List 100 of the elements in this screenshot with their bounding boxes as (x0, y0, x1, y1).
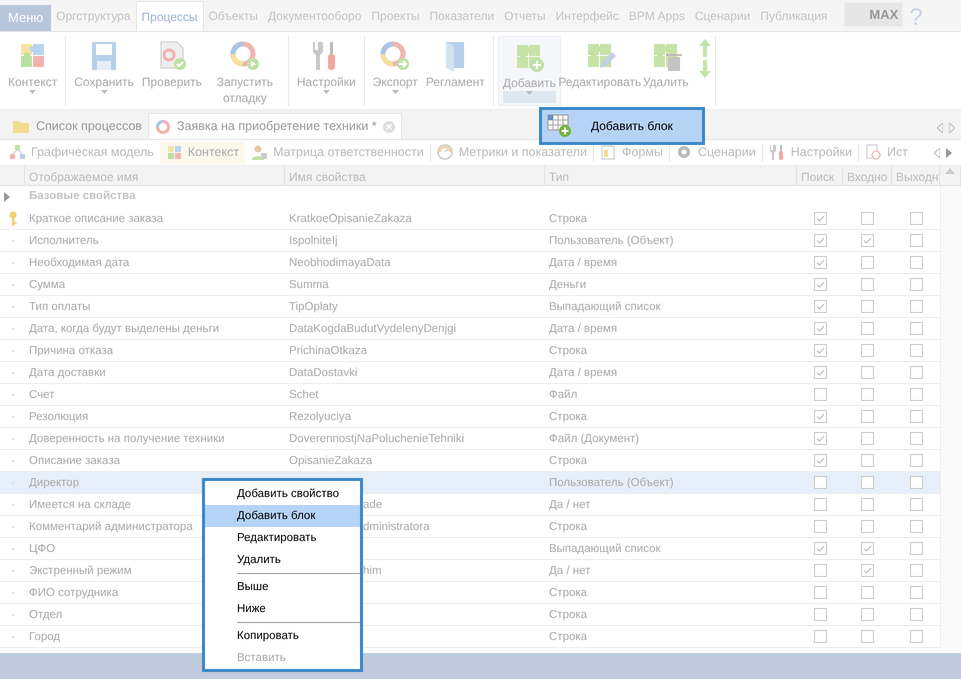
checkbox[interactable] (814, 476, 826, 489)
checkbox[interactable] (861, 630, 874, 643)
ribbon-button[interactable]: Проверить (138, 36, 206, 106)
checkbox[interactable] (814, 520, 826, 533)
checkbox[interactable] (861, 476, 874, 489)
checkbox[interactable] (861, 234, 874, 247)
column-header[interactable]: Выходн (892, 166, 940, 186)
checkbox[interactable] (861, 344, 874, 357)
column-header[interactable]: Входно (843, 166, 892, 186)
scroll-left-icon[interactable] (937, 123, 943, 133)
checkbox[interactable] (861, 498, 874, 511)
document-tab[interactable]: Заявка на приобретение техники * (148, 113, 402, 139)
help-button[interactable]: ? (909, 5, 923, 31)
main-tab[interactable]: Процессы (136, 1, 204, 31)
checkbox[interactable] (861, 256, 874, 269)
checkbox[interactable] (910, 278, 922, 291)
scroll-up-icon[interactable] (945, 168, 955, 174)
ribbon-button[interactable]: Настройки (292, 36, 360, 106)
menu-button[interactable]: Меню (0, 5, 52, 31)
checkbox[interactable] (814, 388, 826, 401)
checkbox[interactable] (814, 542, 826, 555)
menu-item[interactable]: Добавить блок (205, 505, 360, 527)
view-tab[interactable]: Матрица ответственности (245, 142, 430, 164)
checkbox[interactable] (910, 586, 922, 599)
checkbox[interactable] (861, 366, 874, 379)
checkbox[interactable] (814, 322, 826, 335)
view-tab[interactable]: Контекст (160, 142, 246, 164)
dropdown-item[interactable]: Добавить блок (542, 110, 702, 142)
checkbox[interactable] (814, 432, 826, 445)
checkbox[interactable] (814, 256, 826, 269)
ribbon-button[interactable]: Добавить (498, 36, 561, 106)
view-tab[interactable]: Графическая модель (3, 142, 160, 164)
checkbox[interactable] (910, 608, 922, 621)
property-type: Строка (549, 455, 588, 467)
checkbox[interactable] (910, 212, 922, 225)
checkbox[interactable] (814, 234, 826, 247)
checkbox[interactable] (861, 388, 874, 401)
checkbox[interactable] (861, 608, 874, 621)
checkbox[interactable] (861, 410, 874, 423)
checkbox[interactable] (910, 630, 922, 643)
checkbox[interactable] (814, 564, 826, 577)
checkbox[interactable] (910, 300, 922, 313)
checkbox[interactable] (861, 564, 874, 577)
checkbox[interactable] (814, 410, 826, 423)
checkbox[interactable] (814, 498, 826, 511)
column-header[interactable]: Отображаемое имя (25, 166, 285, 186)
expand-icon[interactable] (4, 192, 10, 202)
checkbox[interactable] (814, 344, 826, 357)
checkbox[interactable] (910, 476, 922, 489)
move-down-icon[interactable] (698, 60, 711, 78)
checkbox[interactable] (910, 498, 922, 511)
property-name: NeobhodimayaData (289, 257, 391, 269)
scroll-right-icon[interactable] (949, 123, 955, 133)
checkbox[interactable] (910, 564, 922, 577)
checkbox[interactable] (814, 300, 826, 313)
scroll-left-icon[interactable] (934, 148, 940, 158)
document-tab[interactable]: Список процессов (6, 113, 148, 139)
checkbox[interactable] (861, 542, 874, 555)
checkbox[interactable] (814, 630, 826, 643)
checkbox[interactable] (910, 432, 922, 445)
scrollbar[interactable] (940, 186, 961, 648)
ribbon-button[interactable]: Экспорт (368, 36, 422, 106)
column-header[interactable]: Поиск (797, 166, 843, 186)
checkbox[interactable] (861, 278, 874, 291)
ribbon-button[interactable]: Регламент (422, 36, 489, 106)
checkbox[interactable] (910, 344, 922, 357)
checkbox[interactable] (910, 234, 922, 247)
checkbox[interactable] (861, 212, 874, 225)
close-icon[interactable] (382, 120, 395, 132)
view-tab[interactable]: Ист (859, 142, 914, 164)
ribbon-button[interactable]: Запустить отладку (206, 36, 284, 106)
scroll-right-icon[interactable] (946, 148, 952, 158)
checkbox[interactable] (910, 542, 922, 555)
checkbox[interactable] (814, 454, 826, 467)
checkbox[interactable] (910, 256, 922, 269)
checkbox[interactable] (861, 520, 874, 533)
checkbox[interactable] (861, 586, 874, 599)
move-up-icon[interactable] (698, 39, 711, 57)
checkbox[interactable] (814, 608, 826, 621)
checkbox[interactable] (861, 454, 874, 467)
checkbox[interactable] (814, 366, 826, 379)
column-header[interactable]: Тип (545, 166, 797, 186)
ribbon-button[interactable]: Редактировать (560, 36, 639, 106)
checkbox[interactable] (910, 366, 922, 379)
view-tab[interactable]: Настройки (762, 142, 858, 164)
checkbox[interactable] (910, 454, 922, 467)
checkbox[interactable] (814, 278, 826, 291)
checkbox[interactable] (814, 212, 826, 225)
checkbox[interactable] (910, 388, 922, 401)
checkbox[interactable] (814, 586, 826, 599)
checkbox[interactable] (910, 410, 922, 423)
checkbox[interactable] (910, 520, 922, 533)
ribbon-button[interactable]: Сохранить (70, 36, 138, 106)
checkbox[interactable] (910, 322, 922, 335)
ribbon-button[interactable]: Контекст (4, 36, 62, 106)
property-name: Rezolyuciya (289, 411, 351, 423)
column-header[interactable]: Имя свойства (285, 166, 545, 186)
checkbox[interactable] (861, 300, 874, 313)
checkbox[interactable] (861, 322, 874, 335)
checkbox[interactable] (861, 432, 874, 445)
